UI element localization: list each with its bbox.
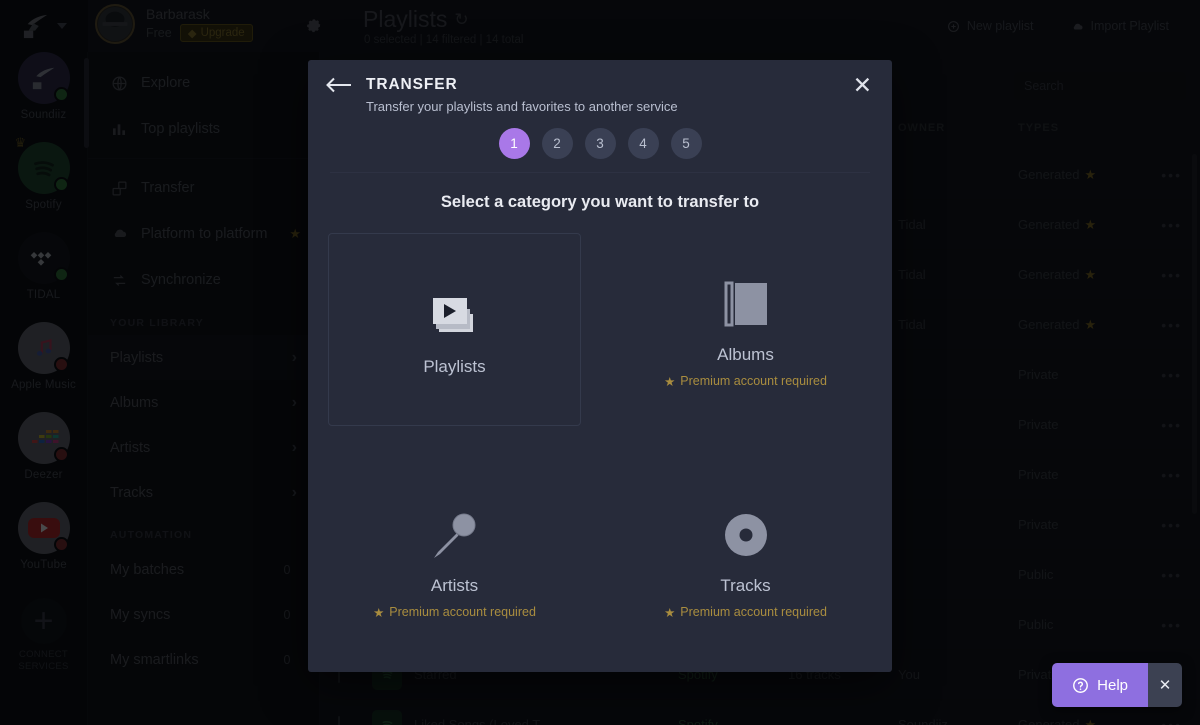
premium-required-note: ★ Premium account required: [664, 605, 827, 620]
close-icon[interactable]: ✕: [853, 74, 872, 97]
step-indicator: 1 2 3 4 5: [330, 128, 870, 159]
modal-subtitle: Transfer your playlists and favorites to…: [366, 99, 678, 114]
category-cards: Playlists Albums ★ Premium account requir…: [308, 228, 892, 672]
vinyl-disc-icon: [720, 502, 772, 568]
help-button[interactable]: Help: [1052, 663, 1148, 707]
question-mark-icon: [1073, 677, 1089, 693]
divider: [330, 172, 870, 173]
step-4[interactable]: 4: [627, 128, 659, 159]
category-card-playlists[interactable]: Playlists: [328, 233, 581, 426]
category-card-tracks[interactable]: Tracks ★ Premium account required: [619, 464, 872, 657]
premium-star-icon: ★: [664, 605, 676, 620]
premium-required-note: ★ Premium account required: [664, 374, 827, 389]
step-1[interactable]: 1: [498, 128, 530, 159]
category-label: Tracks: [720, 575, 771, 595]
album-icon: [720, 271, 772, 337]
playlists-icon: [427, 283, 483, 349]
modal-prompt: Select a category you want to transfer t…: [440, 193, 760, 211]
premium-star-icon: ★: [664, 374, 676, 389]
premium-star-icon: ★: [373, 605, 385, 620]
step-5[interactable]: 5: [670, 128, 702, 159]
premium-required-note: ★ Premium account required: [373, 605, 536, 620]
back-arrow-icon[interactable]: [326, 76, 352, 98]
premium-required-label: Premium account required: [389, 605, 536, 619]
category-label: Albums: [717, 344, 774, 364]
modal-header: ✕ TRANSFER Transfer your playlists and f…: [308, 60, 892, 173]
app-root: Soundiiz ♛ Spotify TIDAL Apple Music: [0, 0, 1200, 725]
category-label: Artists: [430, 575, 479, 595]
premium-required-label: Premium account required: [680, 605, 827, 619]
help-close-icon[interactable]: ✕: [1148, 663, 1182, 707]
transfer-modal: ✕ TRANSFER Transfer your playlists and f…: [308, 60, 892, 672]
category-card-artists[interactable]: Artists ★ Premium account required: [328, 464, 581, 657]
help-widget: Help ✕: [1052, 663, 1182, 707]
premium-required-label: Premium account required: [680, 374, 827, 388]
step-3[interactable]: 3: [584, 128, 616, 159]
microphone-icon: [429, 502, 481, 568]
modal-title: TRANSFER: [366, 76, 458, 93]
help-label: Help: [1097, 676, 1128, 694]
step-2[interactable]: 2: [541, 128, 573, 159]
category-label: Playlists: [423, 356, 486, 376]
category-card-albums[interactable]: Albums ★ Premium account required: [619, 233, 872, 426]
